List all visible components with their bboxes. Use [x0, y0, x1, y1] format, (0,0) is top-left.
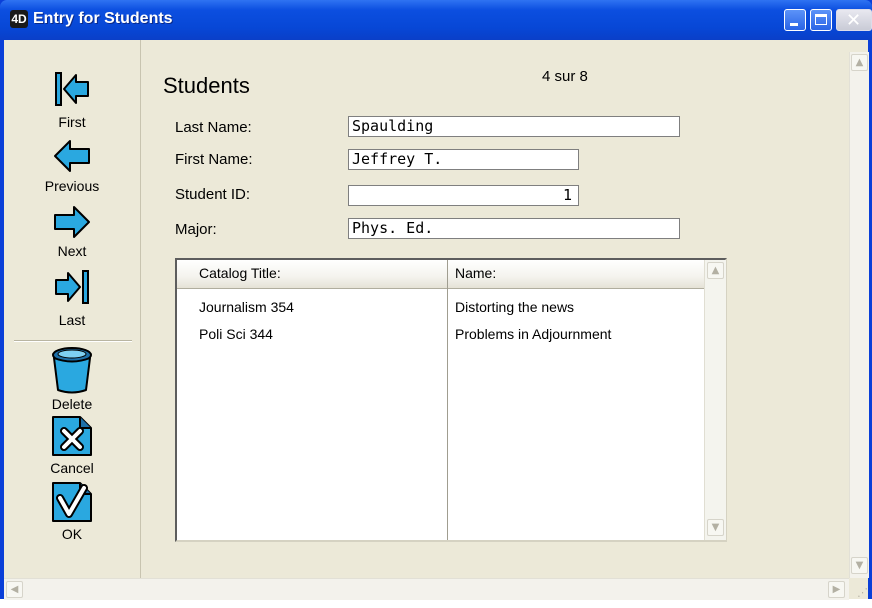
cancel-icon	[52, 416, 92, 456]
student-id-field[interactable]: 1	[348, 185, 579, 206]
window-scroll-right-button[interactable]: ▶	[828, 581, 845, 598]
window: 4D Entry for Students ✕ First Previous N…	[0, 0, 872, 600]
window-scroll-up-button[interactable]: ▲	[851, 54, 868, 71]
list-scrollbar[interactable]: ▲ ▼	[704, 260, 726, 540]
next-label: Next	[57, 243, 87, 259]
record-counter: 4 sur 8	[542, 68, 588, 85]
window-content: First Previous Next Last Delete Cancel O…	[4, 40, 869, 600]
close-button[interactable]: ✕	[836, 9, 872, 31]
list-cell-name[interactable]: Distorting the news	[455, 299, 574, 315]
list-cell-catalog-title[interactable]: Poli Sci 344	[199, 326, 273, 342]
first-label: First	[58, 114, 86, 130]
window-title: Entry for Students	[33, 10, 173, 27]
student-id-label: Student ID:	[175, 186, 251, 203]
delete-record-button[interactable]: Delete	[4, 346, 140, 414]
column-header-name[interactable]: Name:	[455, 265, 496, 281]
first-record-button[interactable]: First	[4, 40, 140, 130]
window-horizontal-scrollbar[interactable]: ◀ ▶	[4, 578, 849, 600]
ok-button[interactable]: OK	[4, 480, 140, 546]
last-name-field[interactable]: Spaulding	[348, 116, 680, 137]
form-title: Students	[163, 73, 250, 98]
minimize-button[interactable]	[784, 9, 806, 31]
trash-icon	[52, 347, 92, 394]
previous-record-icon	[54, 140, 90, 172]
previous-label: Previous	[44, 178, 100, 194]
list-cell-catalog-title[interactable]: Journalism 354	[199, 299, 294, 315]
cancel-button[interactable]: Cancel	[4, 414, 140, 478]
4d-app-icon[interactable]: 4D	[10, 10, 28, 28]
next-record-button[interactable]: Next	[4, 200, 140, 262]
checkmark-icon	[52, 482, 92, 522]
first-name-field[interactable]: Jeffrey T.	[348, 149, 579, 170]
last-record-icon	[55, 270, 89, 304]
maximize-button[interactable]	[810, 9, 832, 31]
last-label: Last	[58, 312, 86, 328]
next-record-icon	[54, 206, 90, 238]
cancel-label: Cancel	[50, 460, 94, 476]
list-scroll-down-button[interactable]: ▼	[707, 519, 724, 536]
resize-grip-icon[interactable]: ⋰	[849, 578, 868, 599]
list-cell-name[interactable]: Problems in Adjournment	[455, 326, 611, 342]
maximize-icon	[815, 14, 827, 25]
palette-separator	[14, 340, 132, 342]
major-label: Major:	[175, 221, 217, 238]
list-header: Catalog Title: Name:	[177, 260, 704, 289]
last-name-label: Last Name:	[175, 119, 252, 136]
major-field[interactable]: Phys. Ed.	[348, 218, 680, 239]
column-divider[interactable]	[447, 260, 448, 540]
courses-listbox[interactable]: Catalog Title: Name: Journalism 354 Dist…	[175, 258, 727, 542]
window-scroll-down-button[interactable]: ▼	[851, 557, 868, 574]
delete-label: Delete	[51, 396, 93, 412]
last-record-button[interactable]: Last	[4, 264, 140, 330]
minimize-icon	[790, 23, 798, 26]
previous-record-button[interactable]: Previous	[4, 132, 140, 198]
first-name-label: First Name:	[175, 151, 253, 168]
window-vertical-scrollbar[interactable]: ▲ ▼	[849, 52, 869, 578]
navigation-palette: First Previous Next Last Delete Cancel O…	[4, 40, 141, 578]
ok-label: OK	[61, 526, 83, 542]
title-bar[interactable]: 4D Entry for Students ✕	[0, 0, 872, 40]
close-icon: ✕	[846, 10, 862, 31]
window-scroll-left-button[interactable]: ◀	[6, 581, 23, 598]
list-scroll-up-button[interactable]: ▲	[707, 262, 724, 279]
first-record-icon	[55, 72, 89, 106]
column-header-catalog-title[interactable]: Catalog Title:	[199, 265, 281, 281]
